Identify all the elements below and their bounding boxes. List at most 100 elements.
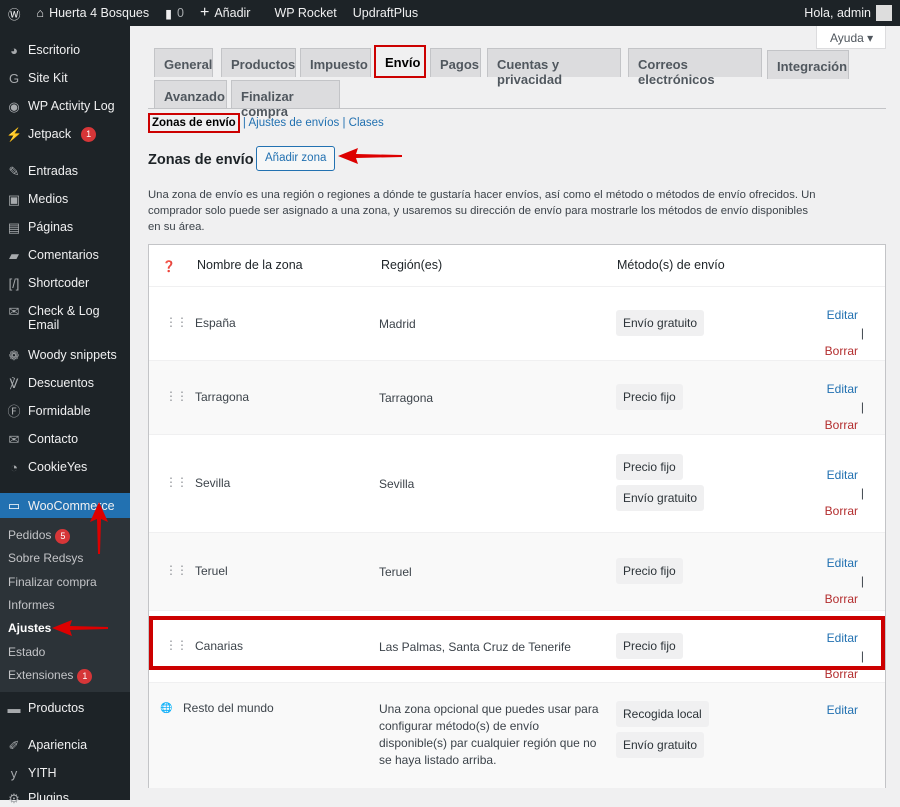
help-icon[interactable]: ❓ [162,260,176,273]
tab-pagos[interactable]: Pagos [430,48,481,77]
row-actions: Editar | Borrar [825,306,864,360]
submenu-item-extensiones[interactable]: Extensiones 1 [8,667,93,684]
submenu-item-ajustes[interactable]: Ajustes [8,621,51,635]
sidebar-item-woocommerce[interactable]: ▭ WooCommerce [0,493,130,519]
woocommerce-submenu: Pedidos 5 Sobre Redsys Finalizar compra Info… [0,518,130,692]
admin-bar: Ⓦ ⌂ Huerta 4 Bosques ▮ 0 + Añadir WP Rocket… [0,0,900,26]
sidebar-item-contacto[interactable]: ✉ Contacto [0,432,130,448]
subnav-clases[interactable]: Clases [349,117,384,129]
sidebar-item-formidable[interactable]: Ⓕ Formidable [0,404,130,420]
tab-productos[interactable]: Productos [221,48,296,77]
add-new-link[interactable]: + Añadir [192,0,258,26]
row-actions: Editar [827,701,858,719]
globe-icon: 🌐 [160,703,172,714]
annotation-arrow [52,620,108,636]
drag-handle-icon[interactable]: ⋮⋮ [165,315,188,329]
edit-zone-link[interactable]: Editar [827,703,858,717]
notification-badge: 5 [55,529,71,544]
shipping-method-badge[interactable]: Precio fijo [616,454,683,480]
google-icon: G [8,71,20,86]
sidebar-item-apariencia[interactable]: ✐ Apariencia [0,738,130,754]
zone-region: Teruel [379,565,412,579]
sidebar-item-jetpack[interactable]: ⚡ Jetpack 1 [0,127,130,143]
zone-name[interactable]: España [195,316,236,330]
sidebar-item-site-kit[interactable]: G Site Kit [0,71,130,87]
zones-description: Una zona de envío es una región o region… [148,189,816,233]
updraftplus-link[interactable]: UpdraftPlus [345,0,426,26]
delete-zone-link[interactable]: Borrar [825,592,858,606]
row-actions: Editar | Borrar [825,554,864,608]
tab-finalizar-compra[interactable]: Finalizar compra [231,80,340,119]
sidebar-item-label: CookieYes [28,460,88,474]
sidebar-item-cookieyes[interactable]: ◔ CookieYes [0,460,130,476]
tab-integraci-n[interactable]: Integración [767,50,849,79]
sidebar-item-label: Comentarios [28,248,99,262]
home-icon: ⌂ [36,6,45,20]
tab-cuentas-y-privacidad[interactable]: Cuentas y privacidad [487,48,621,87]
sidebar-item-label: Páginas [28,220,74,234]
tab-env-o[interactable]: Envío [374,45,426,78]
drag-handle-icon[interactable]: ⋮⋮ [165,475,188,489]
sidebar-item-woody-snippets[interactable]: ❁ Woody snippets [0,348,130,364]
subnav-zonas[interactable]: Zonas de envío [148,113,240,133]
sidebar-item-label: Entradas [28,164,79,178]
comments-link[interactable]: ▮ 0 [157,0,192,26]
edit-zone-link[interactable]: Editar [827,382,858,396]
tab-general[interactable]: General [154,48,213,77]
wordpress-logo-icon[interactable]: Ⓦ [0,0,29,26]
sidebar-item-plugins[interactable]: ⚙ Plugins [0,791,130,807]
table-row: ⋮⋮ Sevilla Sevilla Precio fijo Envío gratuit… [149,434,885,532]
sidebar-item-check-log-email[interactable]: ✉ Check & Log Email [0,304,130,332]
form-icon: Ⓕ [7,404,21,419]
sidebar-item-productos[interactable]: ▬ Productos [0,701,130,717]
sidebar-item-descuentos[interactable]: ℣ Descuentos [0,376,130,392]
site-link[interactable]: ⌂ Huerta 4 Bosques [29,0,158,26]
shipping-method-badge[interactable]: Precio fijo [616,558,683,584]
delete-zone-link[interactable]: Borrar [825,418,858,432]
wp-rocket-link[interactable]: WP Rocket [266,0,344,26]
sidebar-item-escritorio[interactable]: ◕ Escritorio [0,43,130,59]
submenu-label: Extensiones [8,667,74,682]
submenu-item-sobre-redsys[interactable]: Sobre Redsys [8,551,83,565]
tab-avanzado[interactable]: Avanzado [154,80,227,109]
shipping-method-badge[interactable]: Precio fijo [616,384,683,410]
sidebar-item-label: Check & Log Email [28,304,100,332]
zone-name[interactable]: Teruel [195,564,228,578]
help-button[interactable]: Ayuda ▾ [816,26,886,49]
shipping-method-badge[interactable]: Recogida local [616,701,709,727]
shipping-method-badge[interactable]: Envío gratuito [616,310,705,336]
add-zone-button[interactable]: Añadir zona [256,146,336,171]
delete-zone-link[interactable]: Borrar [825,344,858,358]
row-actions: Editar | Borrar [825,466,864,520]
sidebar-item-shortcoder[interactable]: [/] Shortcoder [0,276,130,292]
submenu-item-finalizar-compra[interactable]: Finalizar compra [8,575,97,589]
zone-name[interactable]: Sevilla [195,476,230,490]
sidebar-item-p-ginas[interactable]: ▤ Páginas [0,220,130,236]
edit-zone-link[interactable]: Editar [827,468,858,482]
sidebar-item-comentarios[interactable]: ▰ Comentarios [0,248,130,264]
tab-correos-electr-nicos[interactable]: Correos electrónicos [628,48,762,87]
sidebar-item-medios[interactable]: ▣ Medios [0,192,130,208]
sidebar-item-entradas[interactable]: ✎ Entradas [0,164,130,180]
yith-icon: y [10,766,18,781]
header-regions: Región(es) [381,258,443,272]
tab-impuesto[interactable]: Impuesto [300,48,371,77]
shipping-method-badge[interactable]: Envío gratuito [616,732,705,758]
sidebar-item-label: Descuentos [28,376,95,390]
submenu-item-estado[interactable]: Estado [8,645,45,659]
sidebar-item-yith[interactable]: y YITH [0,766,130,782]
delete-zone-link[interactable]: Borrar [825,504,858,518]
subnav-ajustes[interactable]: Ajustes de envíos [248,117,339,129]
separator: | [860,574,864,588]
edit-zone-link[interactable]: Editar [827,556,858,570]
account-menu[interactable]: Hola, admin [796,0,900,26]
edit-zone-link[interactable]: Editar [827,308,858,322]
drag-handle-icon[interactable]: ⋮⋮ [165,389,188,403]
submenu-label: Pedidos [8,528,52,542]
drag-handle-icon[interactable]: ⋮⋮ [165,563,188,577]
submenu-item-pedidos[interactable]: Pedidos 5 [8,528,71,544]
submenu-item-informes[interactable]: Informes [8,598,55,612]
sidebar-item-wp-activity-log[interactable]: ◉ WP Activity Log [0,99,130,115]
shipping-method-badge[interactable]: Envío gratuito [616,485,705,511]
zone-name[interactable]: Tarragona [195,390,249,404]
